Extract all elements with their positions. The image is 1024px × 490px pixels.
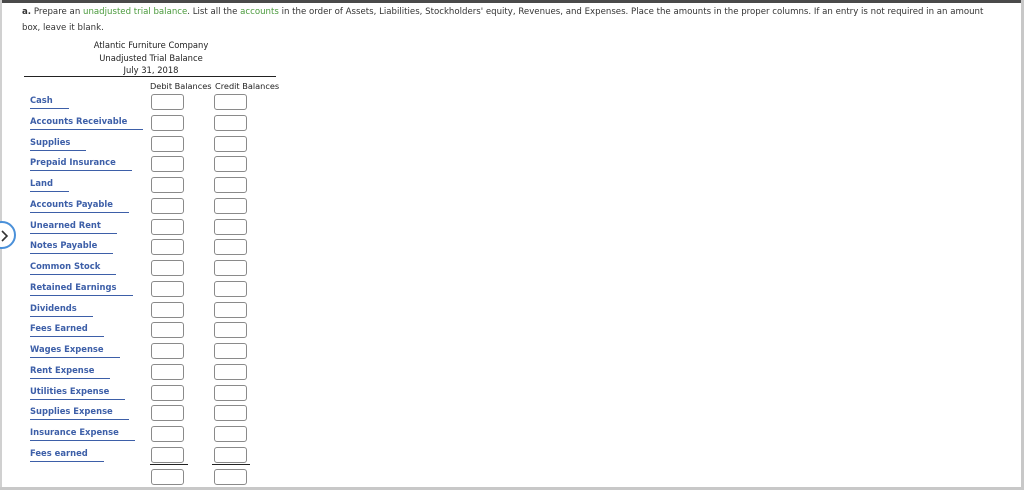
credit-amount-input[interactable] (214, 94, 247, 110)
credit-amount-input[interactable] (214, 114, 247, 131)
account-name-select[interactable]: Notes Payable (30, 239, 114, 255)
instruction-text: Prepare an (33, 7, 81, 17)
account-name-select[interactable]: Land (30, 177, 69, 192)
debit-amount-input[interactable] (151, 446, 184, 463)
part-label: a. (22, 7, 32, 17)
debit-amount-input[interactable] (151, 343, 184, 359)
debit-total-rule (150, 464, 188, 465)
credit-amount-input[interactable] (214, 343, 247, 359)
debit-amount-input[interactable] (151, 301, 184, 318)
credit-amount-input[interactable] (214, 363, 247, 380)
debit-amount-input[interactable] (151, 239, 184, 256)
account-name-select[interactable]: Accounts Receivable (30, 115, 144, 130)
chevron-right-icon (1, 230, 9, 242)
statement-header: Atlantic Furniture Company Unadjusted Tr… (76, 39, 226, 77)
credit-amount-input[interactable] (214, 280, 247, 297)
header-rule (24, 76, 276, 77)
account-name-select[interactable]: Accounts Payable (30, 198, 129, 213)
debit-amount-input[interactable] (151, 156, 184, 173)
debit-column-header: Debit Balances (150, 81, 212, 91)
debit-amount-input[interactable] (151, 363, 184, 380)
account-name-select[interactable]: Wages Expense (30, 343, 120, 358)
account-name-select[interactable]: Common Stock (30, 260, 117, 275)
account-name-select[interactable]: Unearned Rent (30, 219, 117, 234)
account-name-select[interactable]: Rent Expense (30, 364, 111, 379)
credit-amount-input[interactable] (214, 156, 247, 173)
account-name-select[interactable]: Dividends (30, 302, 93, 317)
credit-amount-input[interactable] (214, 239, 247, 256)
debit-amount-input[interactable] (151, 322, 184, 339)
debit-amount-input[interactable] (151, 177, 184, 193)
credit-total-input[interactable] (214, 469, 247, 485)
company-name: Atlantic Furniture Company (93, 40, 209, 50)
credit-column-header: Credit Balances (215, 81, 280, 91)
debit-amount-input[interactable] (151, 405, 184, 422)
account-name-select[interactable]: Fees Earned (30, 322, 104, 338)
debit-total-input[interactable] (151, 469, 184, 485)
unadjusted-trial-balance-link[interactable]: unadjusted trial balance (83, 7, 187, 17)
debit-amount-input[interactable] (151, 260, 184, 276)
top-rule (0, 0, 1024, 3)
account-name-select[interactable]: Cash (30, 94, 69, 109)
credit-amount-input[interactable] (214, 405, 247, 422)
debit-amount-input[interactable] (151, 197, 184, 214)
account-name-select[interactable]: Prepaid Insurance (30, 156, 132, 172)
account-name-select[interactable]: Insurance Expense (30, 426, 135, 441)
credit-amount-input[interactable] (214, 426, 247, 442)
credit-amount-input[interactable] (214, 322, 247, 339)
instructions: a. Prepare an unadjusted trial balance. … (22, 4, 997, 36)
accounts-link[interactable]: accounts (240, 7, 279, 17)
instruction-text: . List all the (187, 7, 238, 17)
account-name-select[interactable]: Supplies Expense (30, 405, 129, 421)
credit-amount-input[interactable] (214, 260, 247, 276)
credit-amount-input[interactable] (214, 301, 247, 318)
account-name-select[interactable]: Retained Earnings (30, 281, 133, 296)
debit-amount-input[interactable] (151, 135, 184, 152)
credit-amount-input[interactable] (214, 197, 247, 214)
credit-amount-input[interactable] (214, 218, 247, 235)
account-name-select[interactable]: Utilities Expense (30, 385, 126, 400)
debit-amount-input[interactable] (151, 94, 184, 110)
debit-amount-input[interactable] (151, 114, 184, 131)
statement-date: July 31, 2018 (123, 65, 179, 76)
credit-amount-input[interactable] (214, 177, 247, 193)
credit-amount-input[interactable] (214, 135, 247, 152)
debit-amount-input[interactable] (151, 280, 184, 297)
debit-amount-input[interactable] (151, 426, 184, 442)
credit-amount-input[interactable] (214, 446, 247, 463)
statement-title: Unadjusted Trial Balance (99, 52, 203, 63)
credit-amount-input[interactable] (214, 384, 247, 401)
debit-amount-input[interactable] (151, 218, 184, 235)
account-name-select[interactable]: Fees earned (30, 447, 104, 462)
account-name-select[interactable]: Supplies (30, 136, 87, 151)
credit-total-rule (212, 464, 250, 465)
next-question-button[interactable] (0, 221, 16, 249)
debit-amount-input[interactable] (151, 384, 184, 401)
